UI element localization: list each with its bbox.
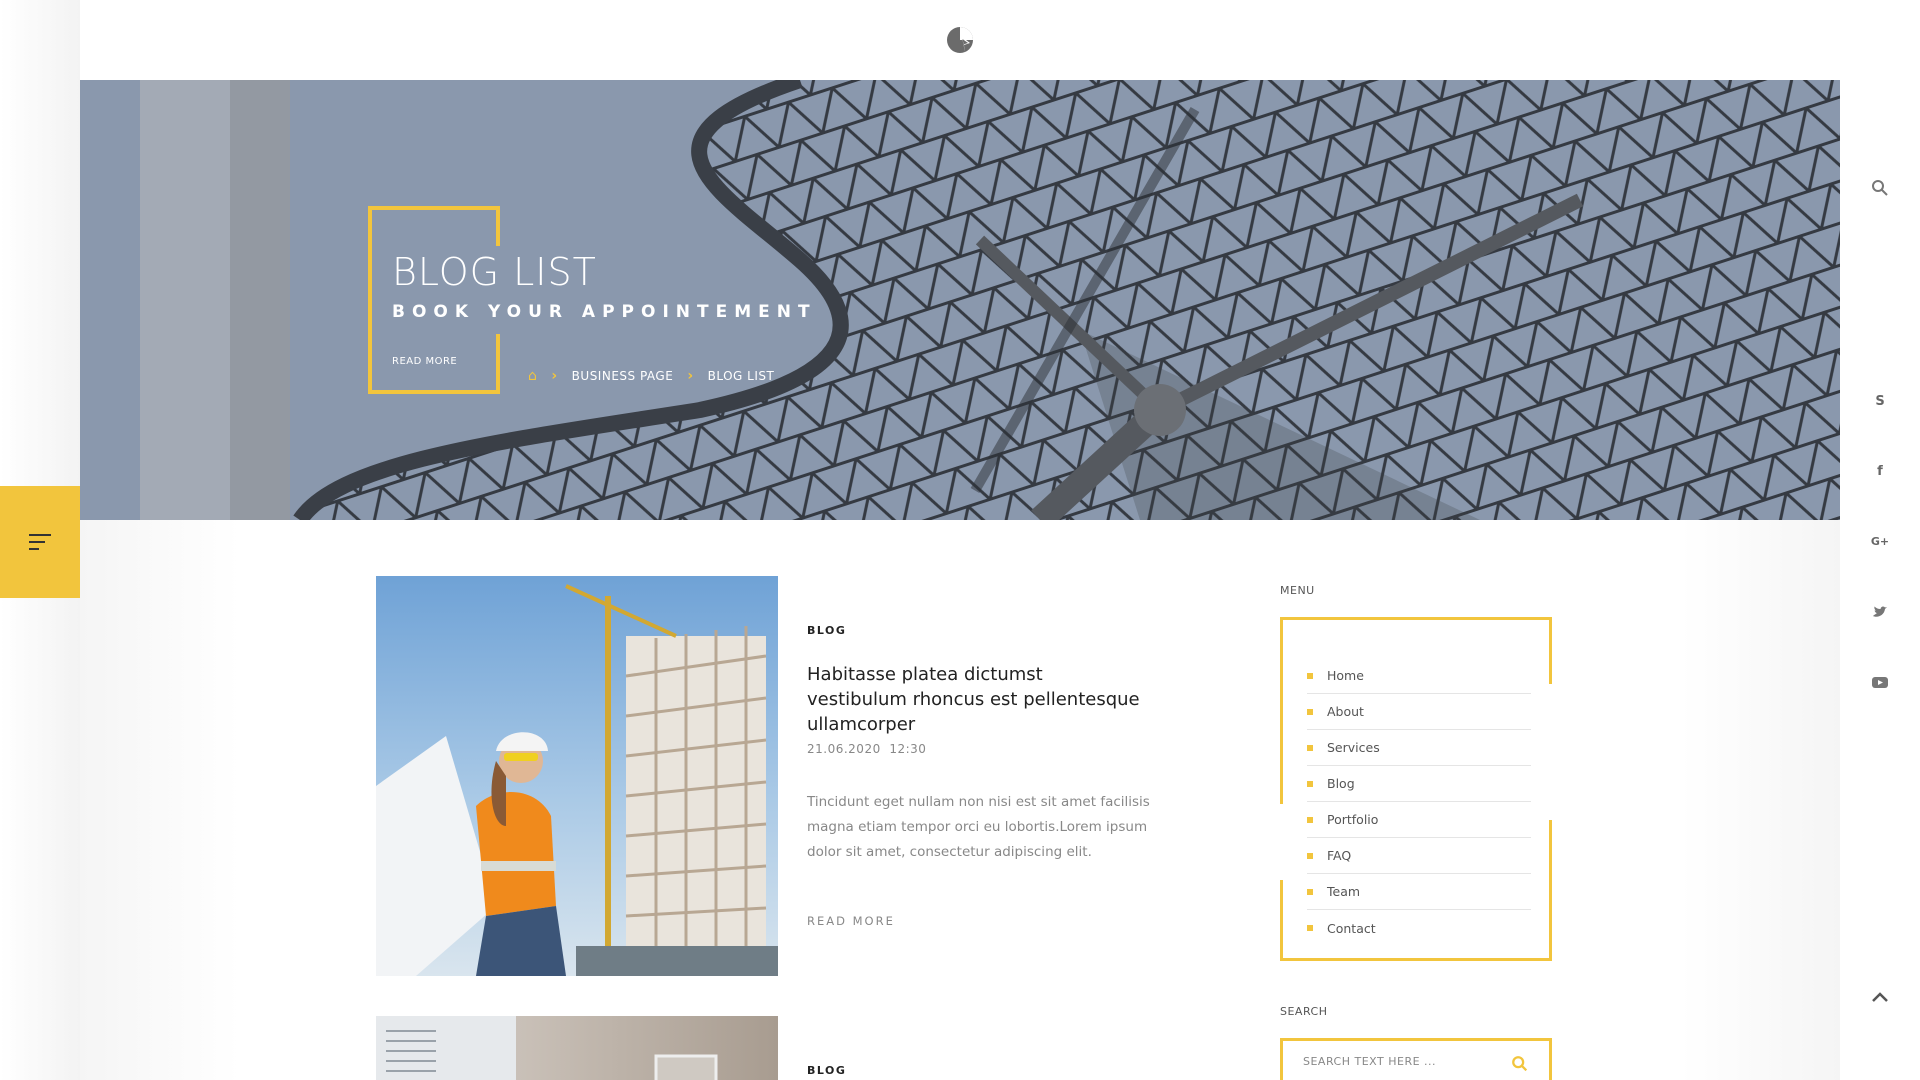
sidebar-menu-item-blog[interactable]: Blog — [1307, 766, 1531, 802]
breadcrumb-item-blog-list: BLOG LIST — [707, 369, 775, 383]
page: BLOG LIST BOOK YOUR APPOINTEMENT READ MO… — [0, 0, 1920, 1080]
bullet-icon — [1307, 852, 1313, 859]
post-category[interactable]: BLOG — [807, 1064, 846, 1077]
bullet-icon — [1307, 888, 1313, 895]
menu-lines-icon — [29, 534, 51, 550]
chevron-right-icon: › — [551, 368, 558, 384]
sidebar-menu-item-services[interactable]: Services — [1307, 730, 1531, 766]
scroll-top-icon[interactable] — [1870, 988, 1890, 1008]
chevron-right-icon: › — [687, 368, 694, 384]
breadcrumb: ⌂ › BUSINESS PAGE › BLOG LIST — [528, 368, 774, 384]
menu-item-label: Team — [1327, 884, 1361, 899]
skype-icon[interactable]: S — [1870, 392, 1890, 412]
sidebar-menu-item-faq[interactable]: FAQ — [1307, 838, 1531, 874]
menu-item-label: Portfolio — [1327, 812, 1379, 827]
post-image[interactable] — [376, 1016, 778, 1080]
menu-item-label: Contact — [1327, 920, 1376, 936]
menu-item-label: Home — [1327, 668, 1364, 683]
bullet-icon — [1307, 708, 1313, 715]
post-photo — [376, 1016, 718, 1080]
home-icon[interactable]: ⌂ — [528, 368, 537, 384]
hero-background-image — [80, 80, 1840, 520]
post-category[interactable]: BLOG — [807, 624, 846, 637]
menu-item-label: About — [1327, 704, 1364, 719]
post-read-more-link[interactable]: READ MORE — [807, 914, 895, 928]
bullet-icon — [1307, 672, 1313, 679]
menu-item-label: Services — [1327, 740, 1380, 755]
sidebar-search-heading: SEARCH — [1280, 1005, 1328, 1018]
post-date: 21.06.2020 — [807, 742, 881, 756]
sidebar-menu-item-contact[interactable]: Contact — [1307, 910, 1531, 946]
twitter-icon[interactable] — [1870, 602, 1890, 622]
sidebar-menu-item-team[interactable]: Team — [1307, 874, 1531, 910]
sidebar-menu-box: Home About Services Blog Portfolio FAQ T… — [1280, 617, 1552, 961]
sidebar-search-box — [1280, 1038, 1552, 1080]
search-input[interactable] — [1303, 1055, 1503, 1068]
post-datetime: 21.06.2020 12:30 — [807, 742, 926, 756]
menu-item-label: FAQ — [1327, 848, 1352, 863]
menu-item-label: Blog — [1327, 776, 1355, 791]
post-photo — [376, 584, 778, 976]
sidebar-menu-item-about[interactable]: About — [1307, 694, 1531, 730]
search-icon[interactable] — [1511, 1055, 1529, 1073]
post-excerpt: Tincidunt eget nullam non nisi est sit a… — [807, 794, 1150, 860]
hero-title: BLOG LIST — [392, 250, 597, 294]
post-image[interactable] — [376, 576, 778, 976]
hero-read-more-link[interactable]: READ MORE — [392, 356, 457, 367]
bullet-icon — [1307, 816, 1313, 823]
post-title[interactable]: Habitasse platea dictumst vestibulum rho… — [807, 662, 1147, 737]
bullet-icon — [1307, 744, 1313, 751]
brand-logo-icon[interactable] — [945, 25, 975, 55]
google-plus-icon[interactable]: G+ — [1870, 532, 1890, 552]
facebook-icon[interactable]: f — [1870, 462, 1890, 482]
hero-subtitle: BOOK YOUR APPOINTEMENT — [392, 302, 817, 322]
sidebar-menu-item-home[interactable]: Home — [1307, 658, 1531, 694]
search-icon[interactable] — [1870, 178, 1890, 198]
bullet-icon — [1307, 925, 1313, 931]
sidebar-menu-heading: MENU — [1280, 584, 1315, 597]
post-time: 12:30 — [889, 742, 927, 756]
breadcrumb-item-business-page[interactable]: BUSINESS PAGE — [572, 369, 674, 383]
top-bar — [80, 0, 1840, 80]
bullet-icon — [1307, 780, 1313, 787]
side-menu-toggle-button[interactable] — [0, 486, 80, 598]
youtube-icon[interactable] — [1870, 672, 1890, 692]
sidebar-menu-list: Home About Services Blog Portfolio FAQ T… — [1307, 658, 1531, 946]
hero-banner: BLOG LIST BOOK YOUR APPOINTEMENT READ MO… — [80, 80, 1840, 520]
sidebar-menu-item-portfolio[interactable]: Portfolio — [1307, 802, 1531, 838]
